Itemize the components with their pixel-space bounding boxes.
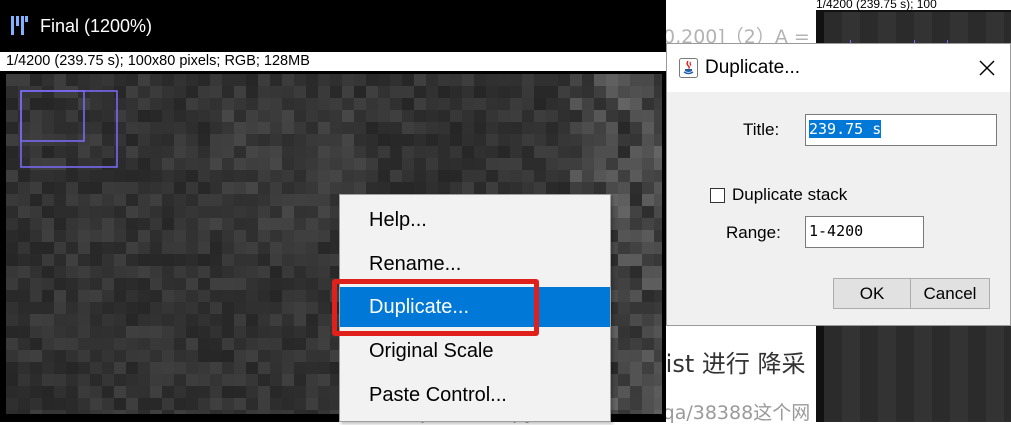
ok-button[interactable]: OK <box>833 278 911 309</box>
title-input-value: 239.75 s <box>809 120 882 138</box>
java-icon <box>679 58 698 78</box>
range-input-value: 1-4200 <box>809 222 864 240</box>
range-label: Range: <box>726 223 781 242</box>
menu-item-rename[interactable]: Rename... <box>340 244 610 284</box>
duplicate-stack-label: Duplicate stack <box>732 185 848 204</box>
dialog-titlebar[interactable]: Duplicate... <box>667 44 1010 92</box>
image-info-secondary: 1/4200 (239.75 s); 100 <box>816 0 1011 10</box>
highlight-annotation <box>332 279 539 336</box>
menu-item-paste-control[interactable]: Paste Control... <box>340 375 610 415</box>
cancel-button[interactable]: Cancel <box>910 278 990 309</box>
imagej-icon <box>11 16 28 35</box>
menu-item-label: Paste Control... <box>369 384 507 406</box>
menu-item-label: Original Scale <box>369 340 494 362</box>
duplicate-stack-checkbox[interactable] <box>710 188 725 203</box>
dialog-title: Duplicate... <box>705 57 801 78</box>
menu-item-help[interactable]: Help... <box>340 200 610 240</box>
image-window-titlebar[interactable]: Final (1200%) <box>0 0 666 52</box>
image-info-bar: 1/4200 (239.75 s); 100x80 pixels; RGB; 1… <box>0 52 666 71</box>
range-input[interactable]: 1-4200 <box>805 216 924 248</box>
image-window-title: Final (1200%) <box>40 16 153 36</box>
menu-item-label: Help... <box>369 209 427 231</box>
title-label: Title: <box>743 120 780 139</box>
title-input[interactable]: 239.75 s <box>805 114 997 146</box>
close-icon[interactable] <box>977 58 997 78</box>
menu-item-label: Rename... <box>369 253 462 275</box>
menu-item-original-scale[interactable]: Original Scale <box>340 331 610 371</box>
duplicate-dialog: Duplicate... Title: 239.75 s Duplicate s… <box>666 43 1011 326</box>
background-heading: list 进行 降采 <box>659 350 806 378</box>
